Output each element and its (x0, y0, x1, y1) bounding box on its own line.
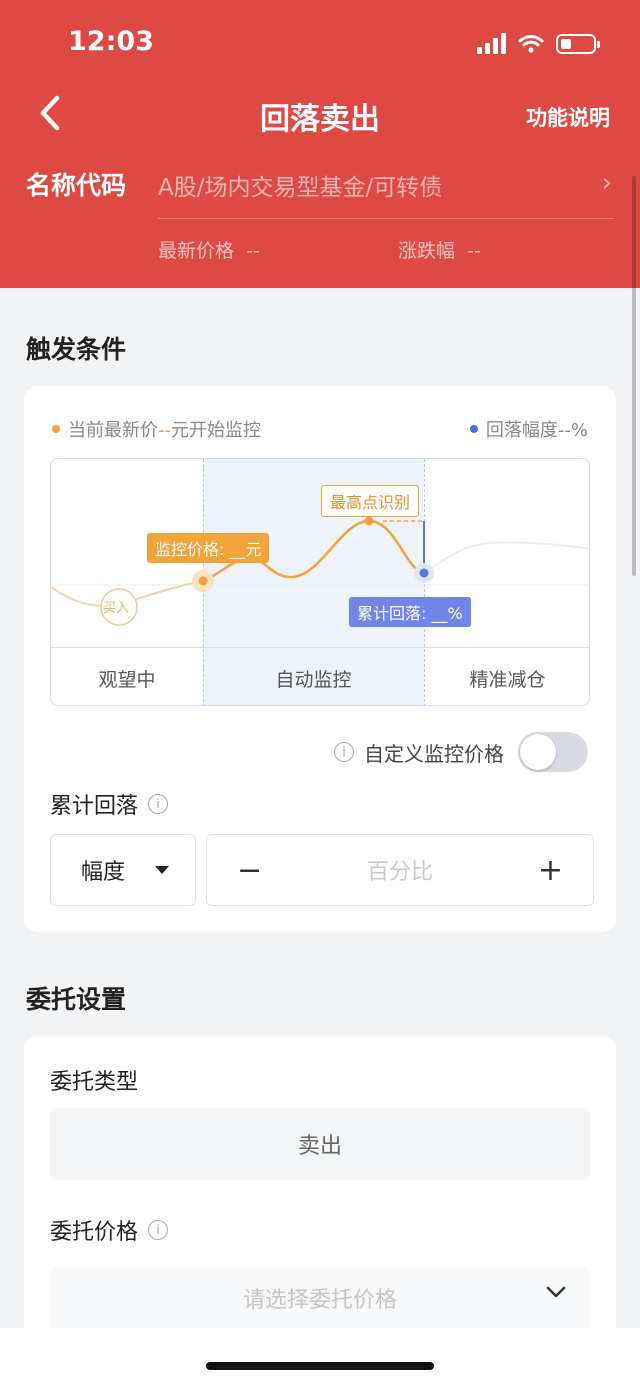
percent-stepper[interactable]: − 百分比 + (206, 834, 594, 906)
blue-dot-icon (469, 425, 478, 433)
zone-close-label: 精准减仓 (469, 669, 546, 691)
divider (158, 218, 614, 219)
buy-tag: 买入 (103, 601, 130, 616)
percent-input[interactable]: 百分比 (367, 854, 433, 886)
status-icons (477, 30, 600, 54)
order-type-field[interactable]: 卖出 (50, 1108, 590, 1180)
orange-dot-icon (52, 425, 60, 433)
plus-button[interactable]: + (538, 853, 563, 888)
home-indicator-area (0, 1328, 640, 1386)
stock-name-label: 名称代码 (26, 171, 127, 200)
home-indicator[interactable] (206, 1362, 434, 1370)
price-change: 涨跌幅 -- (398, 240, 481, 262)
cumulative-drop-tag: 累计回落: __% (349, 597, 471, 627)
high-point-tag: 最高点识别 (321, 485, 420, 517)
custom-price-row: i 自定义监控价格 (334, 732, 588, 772)
battery-icon (556, 34, 600, 54)
order-card: 委托类型 卖出 委托价格 i 请选择委托价格 (24, 1036, 616, 1330)
order-section-title: 委托设置 (26, 985, 127, 1014)
header: 12:03 回落卖出 功能说明 名称代码 A股/场内交易型基金/可转债 › 最新… (0, 0, 640, 288)
status-time: 12:03 (68, 26, 154, 57)
wifi-icon (518, 35, 544, 53)
info-icon[interactable]: i (148, 794, 169, 814)
minus-button[interactable]: − (237, 853, 262, 888)
order-price-select[interactable]: 请选择委托价格 (50, 1266, 590, 1330)
signal-icon (477, 32, 506, 54)
order-price-field: 委托价格 i (50, 1214, 169, 1246)
info-icon[interactable]: i (334, 742, 354, 762)
chevron-right-icon[interactable]: › (602, 168, 612, 198)
custom-price-label: 自定义监控价格 (364, 741, 504, 766)
strategy-diagram: 买入 监控价格: __元 最高点识别 累计回落: __% 观望中 自动监控 精准… (50, 458, 590, 706)
info-icon[interactable]: i (148, 1220, 169, 1240)
scrollbar[interactable] (632, 176, 636, 576)
cumulative-drop-field: 累计回落 i (50, 788, 169, 820)
legend-drop-rate: 回落幅度--% (469, 416, 588, 442)
help-link[interactable]: 功能说明 (526, 102, 610, 132)
mode-select[interactable]: 幅度 (50, 834, 196, 906)
chevron-down-icon (546, 1286, 566, 1298)
monitor-price-tag: 监控价格: __元 (147, 533, 270, 563)
order-type-label: 委托类型 (50, 1070, 139, 1095)
latest-price: 最新价格 -- (158, 240, 260, 262)
trigger-section-title: 触发条件 (26, 335, 127, 364)
caret-down-icon (155, 866, 169, 874)
cumulative-drop-label: 累计回落 (50, 794, 139, 819)
zone-watch-label: 观望中 (98, 669, 156, 691)
legend-current-price: 当前最新价--元开始监控 (52, 416, 261, 442)
custom-price-toggle[interactable] (518, 732, 588, 772)
stock-code-input[interactable]: A股/场内交易型基金/可转债 (158, 168, 442, 202)
trigger-card: 当前最新价--元开始监控 回落幅度--% 买入 监控价格: __元 最高点识别 … (24, 386, 616, 932)
order-price-label: 委托价格 (50, 1220, 139, 1245)
zone-auto-label: 自动监控 (275, 669, 352, 691)
